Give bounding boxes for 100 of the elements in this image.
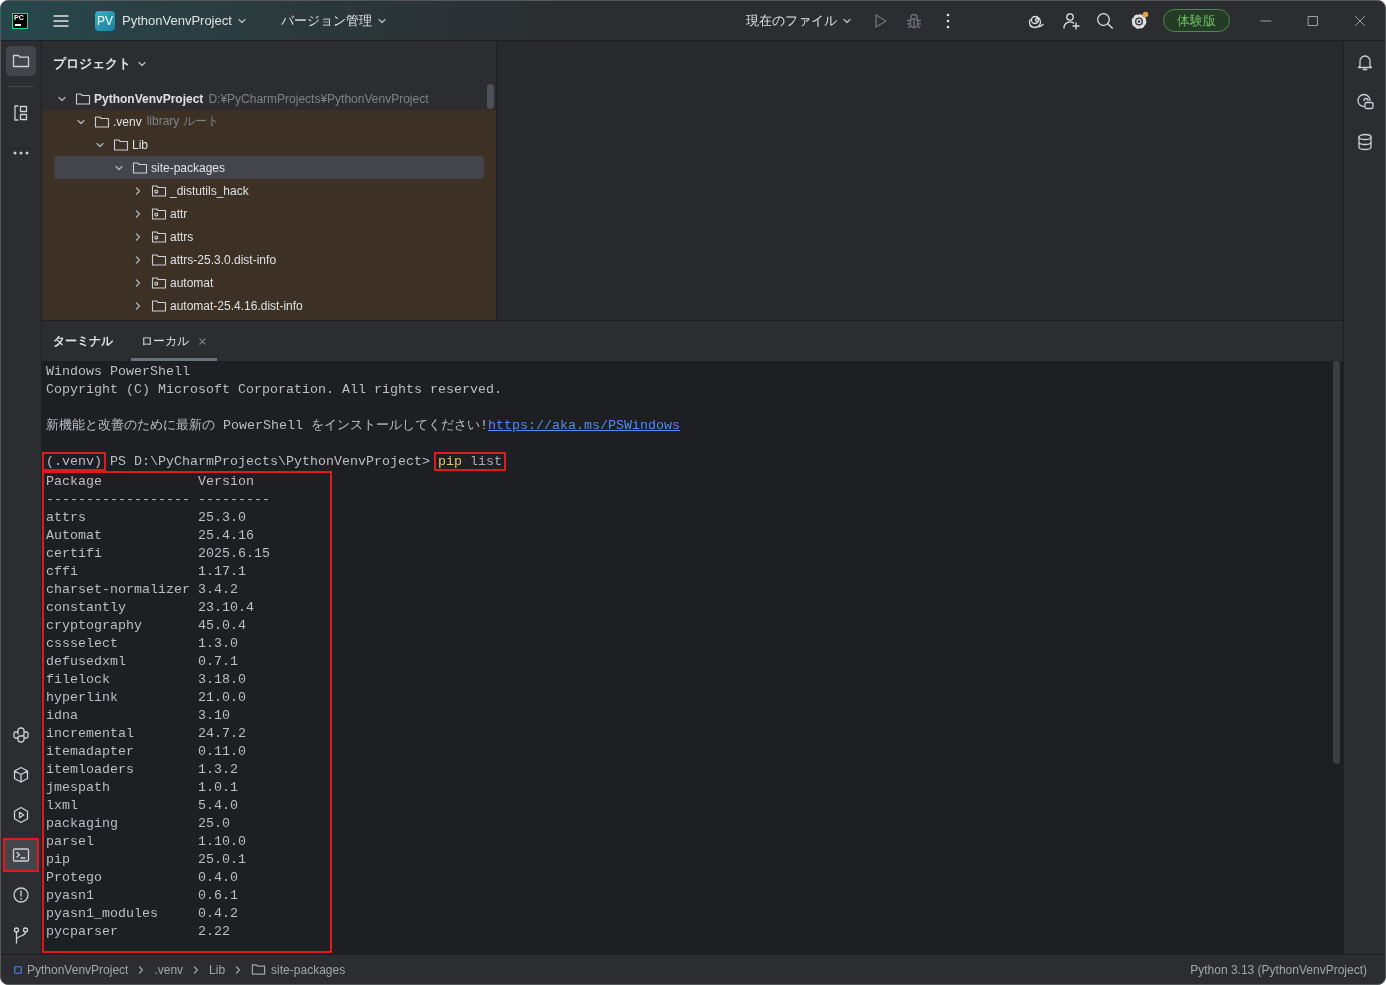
- more-horizontal-icon: [13, 151, 29, 155]
- package-name: pyasn1: [46, 887, 95, 905]
- tree-item[interactable]: _distutils_hack: [54, 179, 484, 202]
- venv-prompt: (.venv): [42, 452, 106, 471]
- tree-item[interactable]: attrs-25.3.0.dist-info: [54, 248, 484, 271]
- package-version: 24.7.2: [197, 725, 247, 743]
- breadcrumb[interactable]: PythonVenvProject: [27, 962, 129, 977]
- package-name: hyperlink: [46, 689, 119, 707]
- terminal-icon: [11, 845, 31, 865]
- tree-item[interactable]: Lib: [54, 133, 484, 156]
- square-icon: [14, 965, 22, 974]
- package-folder-icon: [151, 205, 167, 222]
- package-name: Protego: [46, 869, 103, 887]
- package-name: certifi: [46, 545, 103, 563]
- package-name: filelock: [46, 671, 111, 689]
- tree-item[interactable]: attrs: [54, 225, 484, 248]
- package-name: attrs: [46, 509, 87, 527]
- package-version: 1.17.1: [197, 563, 247, 581]
- column-underline: ------------------: [46, 491, 191, 509]
- package-version: 0.11.0: [197, 743, 247, 761]
- breadcrumb[interactable]: .venv: [154, 962, 184, 977]
- package-name: lxml: [46, 797, 79, 815]
- package-version: 2025.6.15: [197, 545, 270, 563]
- package-name: cryptography: [46, 617, 143, 635]
- package-name: itemloaders: [46, 761, 135, 779]
- add-user-icon[interactable]: [1061, 10, 1081, 31]
- package-version: 25.3.0: [197, 509, 247, 527]
- package-name: jmespath: [46, 779, 111, 797]
- folder-icon: [151, 297, 167, 314]
- folder-icon: [151, 251, 167, 268]
- panel-title: ターミナル: [53, 332, 113, 350]
- package-name: parsel: [46, 833, 95, 851]
- run-config-menu[interactable]: 現在のファイル: [742, 7, 856, 34]
- package-name: cffi: [46, 563, 79, 581]
- package-name: pyasn1_modules: [46, 905, 159, 923]
- project-view-menu[interactable]: プロジェクト: [49, 53, 151, 75]
- column-underline: ---------: [197, 491, 270, 509]
- package-name: pip: [46, 851, 71, 869]
- package-version: 3.4.2: [197, 581, 239, 599]
- play-hexagon-icon: [11, 805, 31, 825]
- package-name: idna: [46, 707, 79, 725]
- package-name: packaging: [46, 815, 119, 833]
- project-menu[interactable]: PythonVenvProject: [118, 9, 251, 32]
- package-version: 2.22: [197, 923, 231, 941]
- tree-item[interactable]: site-packages: [54, 156, 484, 179]
- vcs-menu[interactable]: バージョン管理: [276, 7, 391, 34]
- terminal-line: 新機能と改善のために最新の PowerShell をインストールしてください!https://aka.ms/PSWindows: [46, 417, 681, 435]
- search-icon[interactable]: [1095, 10, 1115, 31]
- breadcrumb[interactable]: Lib: [209, 962, 226, 977]
- tree-item[interactable]: automat-25.4.16.dist-info: [54, 294, 484, 317]
- chat-bubble-icon[interactable]: [1354, 92, 1375, 112]
- tree-item[interactable]: PythonVenvProject D:¥PyCharmProjects¥PythonVenvProject: [54, 87, 484, 110]
- package-version: 0.7.1: [197, 653, 239, 671]
- tree-item-hint: library ルート: [146, 113, 219, 130]
- url-link[interactable]: https://aka.ms/PSWindows: [488, 418, 680, 433]
- package-version: 0.6.1: [197, 887, 239, 905]
- package-version: 0.4.0: [197, 869, 239, 887]
- interpreter-label[interactable]: Python 3.13 (PythonVenvProject): [1190, 962, 1367, 977]
- folder-icon: [94, 113, 110, 130]
- trial-badge[interactable]: 体験版: [1163, 9, 1230, 32]
- python-logo-icon: [11, 725, 31, 745]
- package-version: 21.0.0: [197, 689, 247, 707]
- package-cube-icon: [11, 765, 31, 785]
- package-name: cssselect: [46, 635, 119, 653]
- package-name: constantly: [46, 599, 127, 617]
- package-version: 0.4.2: [197, 905, 239, 923]
- chevron-down-icon: [137, 59, 147, 69]
- settings-icon[interactable]: [1129, 10, 1149, 31]
- close-icon[interactable]: [1354, 14, 1366, 27]
- package-version: 45.0.4: [197, 617, 247, 635]
- prompt-path: PS D:\PyCharmProjects\PythonVenvProject>: [110, 454, 430, 469]
- tree-item[interactable]: automat: [54, 271, 484, 294]
- tool-window-button[interactable]: [3, 838, 39, 872]
- breadcrumb[interactable]: site-packages: [271, 962, 346, 977]
- package-folder-icon: [151, 228, 167, 245]
- folder-icon: [251, 962, 267, 977]
- column-header: Package: [46, 473, 103, 491]
- folder-icon: [132, 159, 148, 176]
- package-version: 3.10: [197, 707, 231, 725]
- column-header: Version: [197, 473, 255, 491]
- terminal-line: Copyright (C) Microsoft Corporation. All rights reserved.: [46, 381, 503, 399]
- branch-icon: [11, 925, 31, 945]
- package-version: 25.0.1: [197, 851, 247, 869]
- package-version: 23.10.4: [197, 599, 255, 617]
- package-version: 1.10.0: [197, 833, 247, 851]
- package-version: 5.4.0: [197, 797, 239, 815]
- tree-item[interactable]: attr: [54, 202, 484, 225]
- tree-item[interactable]: .venv library ルート: [54, 110, 484, 133]
- folder-icon: [113, 136, 129, 153]
- terminal-line: Windows PowerShell: [46, 363, 191, 381]
- tool-window-button[interactable]: [6, 46, 36, 76]
- maximize-icon[interactable]: [1307, 14, 1319, 27]
- scrollbar[interactable]: [1333, 361, 1340, 764]
- command-text: pip list: [433, 452, 506, 471]
- package-folder-icon: [151, 182, 167, 199]
- package-name: itemadapter: [46, 743, 135, 761]
- scrollbar[interactable]: [487, 84, 494, 109]
- package-name: incremental: [46, 725, 135, 743]
- package-version: 1.3.2: [197, 761, 239, 779]
- close-icon[interactable]: [198, 336, 207, 346]
